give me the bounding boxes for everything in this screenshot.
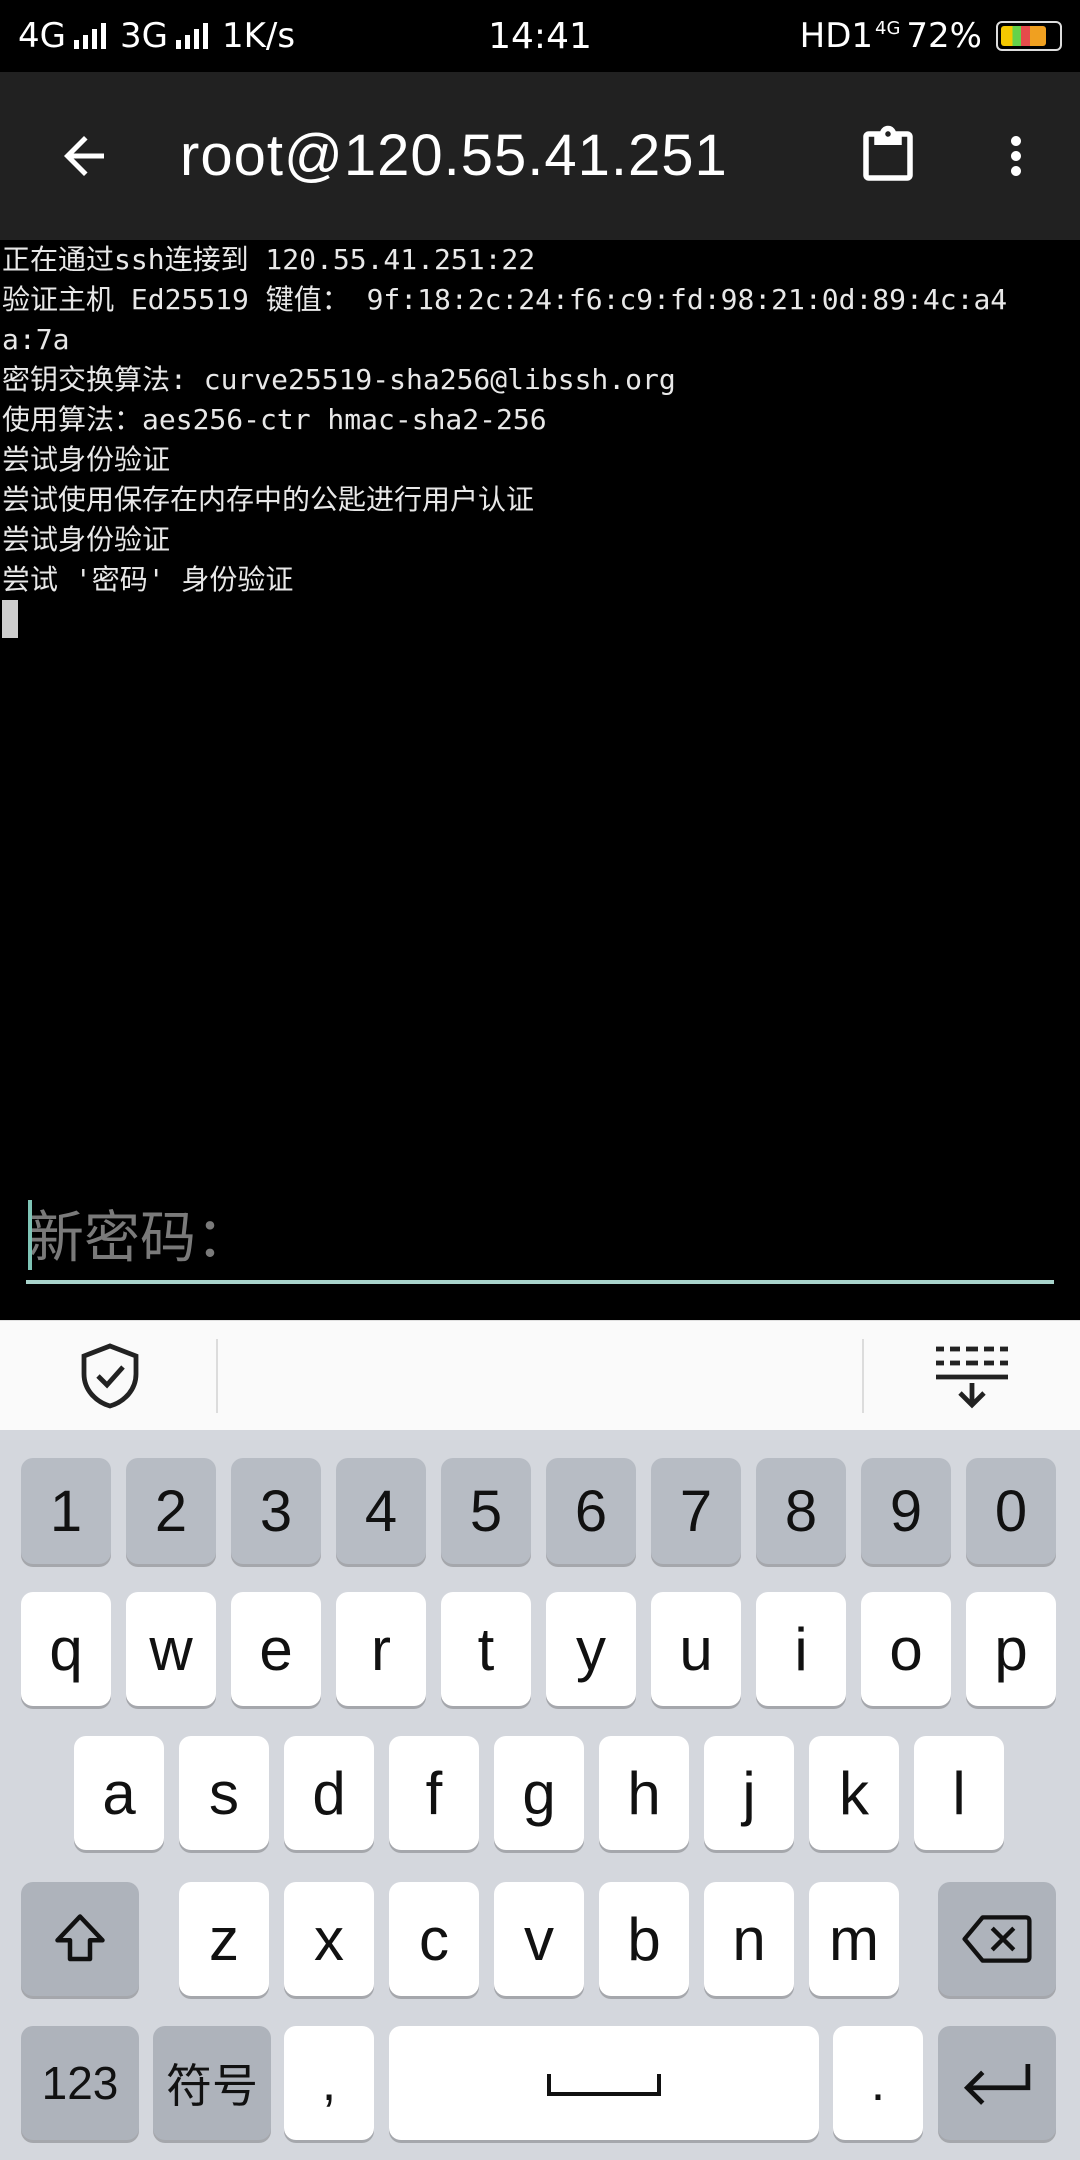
- key-j[interactable]: j: [704, 1736, 794, 1850]
- key-6[interactable]: 6: [546, 1458, 636, 1564]
- shield-check-icon: [81, 1343, 139, 1409]
- symbols-mode-key[interactable]: 符号: [153, 2026, 271, 2140]
- key-d[interactable]: d: [284, 1736, 374, 1850]
- key-t[interactable]: t: [441, 1592, 531, 1706]
- more-options-button[interactable]: [976, 116, 1056, 196]
- hide-keyboard-button[interactable]: [922, 1321, 1022, 1431]
- keyboard-toolbar: [0, 1320, 1080, 1430]
- keyboard: 1 2 3 4 5 6 7 8 9 0 q w e r t y u i o p …: [0, 1430, 1080, 2160]
- key-z[interactable]: z: [179, 1882, 269, 1996]
- key-i[interactable]: i: [756, 1592, 846, 1706]
- terminal-output[interactable]: 正在通过ssh连接到 120.55.41.251:22 验证主机 Ed25519…: [0, 240, 1080, 1337]
- key-e[interactable]: e: [231, 1592, 321, 1706]
- key-m[interactable]: m: [809, 1882, 899, 1996]
- more-vert-icon: [1011, 136, 1021, 176]
- backspace-icon: [962, 1915, 1032, 1963]
- key-y[interactable]: y: [546, 1592, 636, 1706]
- enter-icon: [963, 2064, 1031, 2105]
- clipboard-button[interactable]: [848, 116, 928, 196]
- terminal-line: 尝试身份验证: [2, 523, 171, 556]
- key-v[interactable]: v: [494, 1882, 584, 1996]
- key-l[interactable]: l: [914, 1736, 1004, 1850]
- secure-input-button[interactable]: [60, 1321, 160, 1431]
- key-5[interactable]: 5: [441, 1458, 531, 1564]
- terminal-line: 密钥交换算法: curve25519-sha256@libssh.org: [2, 363, 676, 396]
- password-input[interactable]: [26, 1196, 1054, 1280]
- key-1[interactable]: 1: [21, 1458, 111, 1564]
- terminal-line: 尝试使用保存在内存中的公匙进行用户认证: [2, 483, 535, 516]
- terminal-line: 验证主机 Ed25519 键值： 9f:18:2c:24:f6:c9:fd:98…: [2, 283, 1008, 316]
- terminal-line: 正在通过ssh连接到 120.55.41.251:22: [2, 243, 536, 276]
- key-h[interactable]: h: [599, 1736, 689, 1850]
- key-7[interactable]: 7: [651, 1458, 741, 1564]
- key-0[interactable]: 0: [966, 1458, 1056, 1564]
- comma-key[interactable]: ,: [284, 2026, 374, 2140]
- app-bar: root@120.55.41.251: [0, 72, 1080, 240]
- input-caret: [28, 1200, 32, 1270]
- page-title: root@120.55.41.251: [180, 123, 728, 188]
- status-right: HD1 4G 72%: [800, 0, 1062, 72]
- clipboard-icon: [863, 125, 913, 181]
- key-x[interactable]: x: [284, 1882, 374, 1996]
- terminal-line: 尝试身份验证: [2, 443, 171, 476]
- password-field-container: [26, 1196, 1054, 1284]
- key-w[interactable]: w: [126, 1592, 216, 1706]
- numbers-mode-key[interactable]: 123: [21, 2026, 139, 2140]
- key-n[interactable]: n: [704, 1882, 794, 1996]
- network-type-4g: 4G: [18, 16, 66, 56]
- network-type-3g: 3G: [119, 16, 168, 56]
- terminal-line: 使用算法：aes256-ctr hmac-sha2-256: [2, 403, 547, 436]
- backspace-key[interactable]: [938, 1882, 1056, 1996]
- signal-icon: [175, 23, 208, 49]
- battery-percent: 72%: [906, 16, 982, 56]
- key-r[interactable]: r: [336, 1592, 426, 1706]
- key-3[interactable]: 3: [231, 1458, 321, 1564]
- hd-indicator: HD1: [799, 16, 874, 56]
- back-button[interactable]: [44, 116, 124, 196]
- terminal-line: a:7a: [2, 323, 70, 356]
- status-bar: 4G 3G 1K/s 14:41 HD1 4G 72%: [0, 0, 1080, 72]
- key-a[interactable]: a: [74, 1736, 164, 1850]
- key-9[interactable]: 9: [861, 1458, 951, 1564]
- enter-key[interactable]: [938, 2026, 1056, 2140]
- key-f[interactable]: f: [389, 1736, 479, 1850]
- key-s[interactable]: s: [179, 1736, 269, 1850]
- toolbar-divider: [862, 1339, 864, 1413]
- space-icon: [547, 2074, 661, 2096]
- space-key[interactable]: [389, 2026, 819, 2140]
- keyboard-hide-icon: [936, 1346, 1008, 1409]
- key-b[interactable]: b: [599, 1882, 689, 1996]
- period-key[interactable]: .: [833, 2026, 923, 2140]
- arrow-back-icon: [64, 136, 104, 176]
- toolbar-divider: [216, 1339, 218, 1413]
- key-g[interactable]: g: [494, 1736, 584, 1850]
- terminal-cursor: [2, 600, 18, 638]
- key-p[interactable]: p: [966, 1592, 1056, 1706]
- key-u[interactable]: u: [651, 1592, 741, 1706]
- network-speed: 1K/s: [221, 16, 296, 56]
- key-k[interactable]: k: [809, 1736, 899, 1850]
- key-4[interactable]: 4: [336, 1458, 426, 1564]
- shift-icon: [55, 1914, 105, 1962]
- terminal-line: 尝试 '密码' 身份验证: [2, 563, 294, 596]
- terminal-cursor-line: [2, 600, 1080, 640]
- key-q[interactable]: q: [21, 1592, 111, 1706]
- data-4g-icon: 4G: [875, 18, 901, 39]
- key-2[interactable]: 2: [126, 1458, 216, 1564]
- signal-icon: [73, 23, 106, 49]
- battery-icon: [996, 21, 1062, 51]
- status-left: 4G 3G 1K/s: [18, 0, 295, 72]
- key-8[interactable]: 8: [756, 1458, 846, 1564]
- key-c[interactable]: c: [389, 1882, 479, 1996]
- shift-key[interactable]: [21, 1882, 139, 1996]
- key-o[interactable]: o: [861, 1592, 951, 1706]
